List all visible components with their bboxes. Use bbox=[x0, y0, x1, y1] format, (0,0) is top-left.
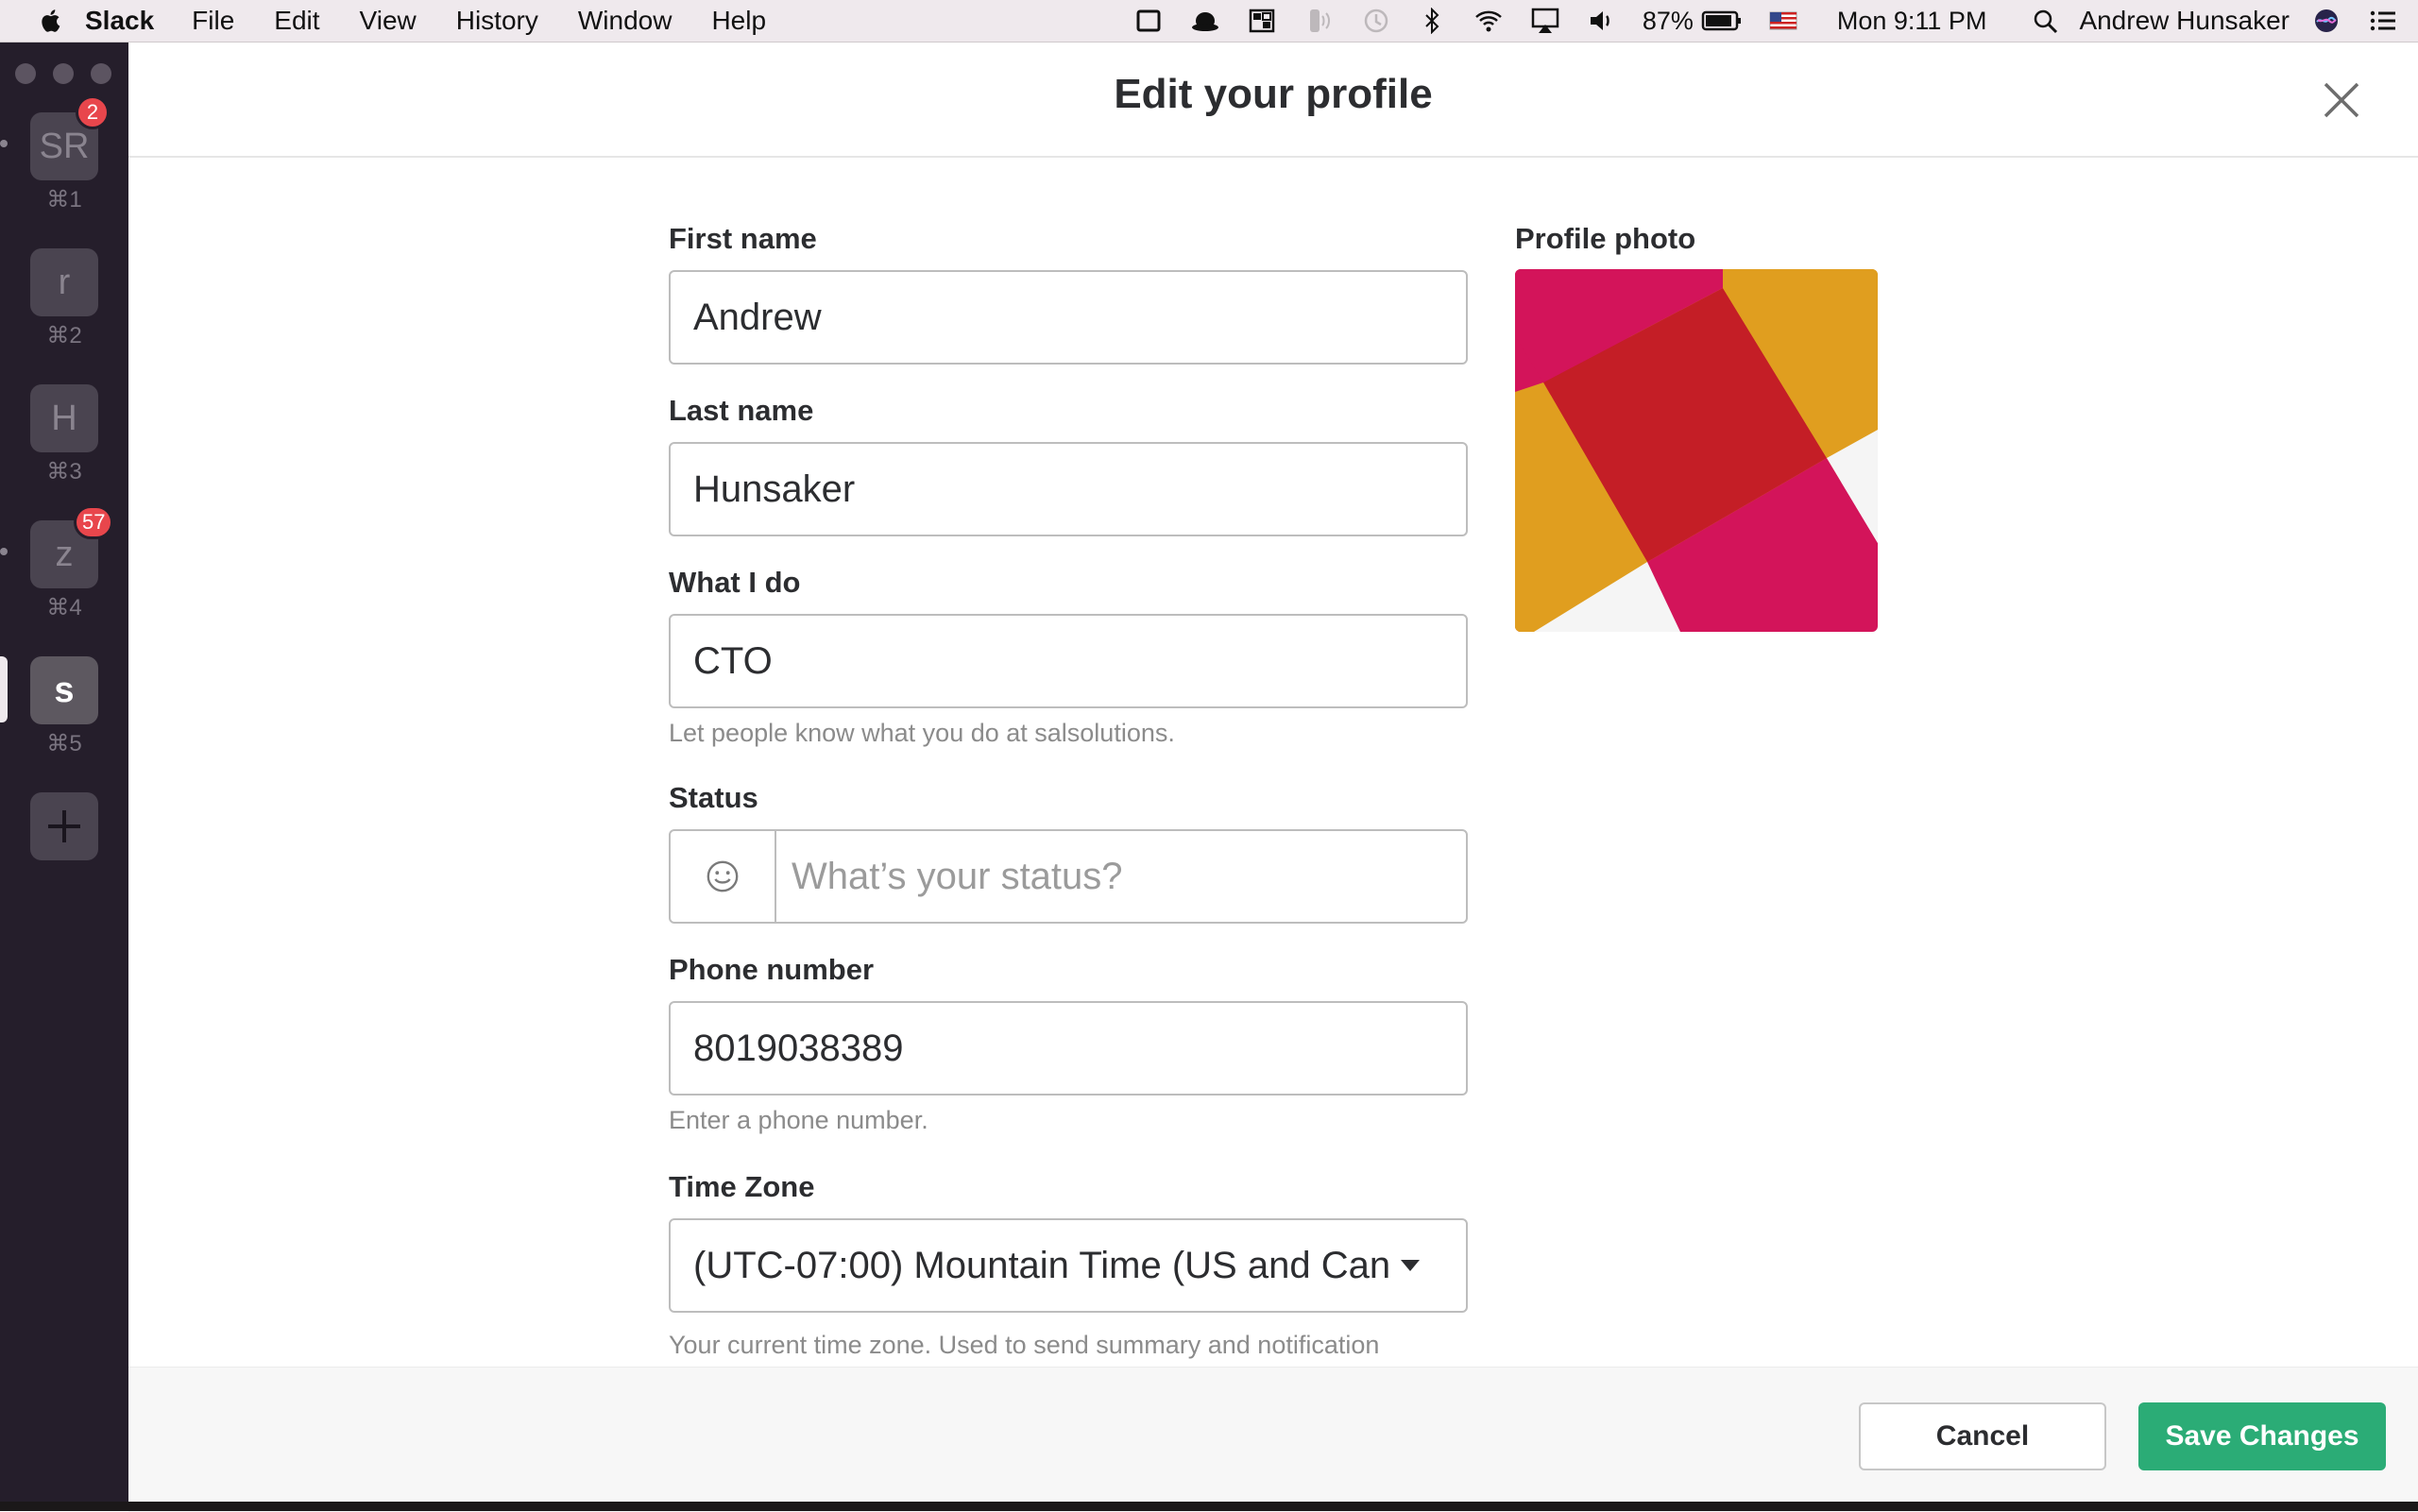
window-zoom-dot[interactable] bbox=[91, 63, 111, 84]
menu-app-name[interactable]: Slack bbox=[85, 6, 154, 36]
workspace-shortcut: ⌘4 bbox=[46, 595, 82, 620]
status-field: What’s your status? bbox=[669, 829, 1468, 924]
last-name-input[interactable]: Hunsaker bbox=[669, 442, 1468, 536]
siri-icon[interactable] bbox=[2310, 7, 2342, 35]
workspace-sidebar: SR 2 ⌘1 r ⌘2 H ⌘3 z 57 ⌘4 s ⌘5 bbox=[0, 42, 128, 1511]
phone-number-input[interactable]: 8019038389 bbox=[669, 1001, 1468, 1096]
workspace-shortcut: ⌘5 bbox=[46, 731, 82, 756]
battery-icon[interactable] bbox=[1701, 7, 1743, 35]
workspace-shortcut: ⌘1 bbox=[46, 187, 82, 212]
plus-icon bbox=[48, 810, 80, 842]
grid-app-icon[interactable] bbox=[1246, 7, 1278, 35]
add-workspace-button[interactable] bbox=[30, 792, 98, 860]
emoji-picker-button[interactable] bbox=[671, 831, 776, 922]
modal-title: Edit your profile bbox=[1114, 71, 1433, 117]
unread-dot bbox=[0, 140, 8, 147]
airplay-icon[interactable] bbox=[1529, 7, 1561, 35]
menu-bar: Slack File Edit View History Window Help bbox=[0, 0, 2418, 42]
screen-icon[interactable] bbox=[1132, 7, 1165, 35]
last-name-label: Last name bbox=[669, 394, 814, 427]
first-name-input[interactable]: Andrew bbox=[669, 270, 1468, 365]
us-flag-icon[interactable] bbox=[1767, 7, 1799, 35]
workspace-switcher-s[interactable]: s bbox=[30, 656, 98, 724]
bowler-hat-icon[interactable] bbox=[1189, 7, 1221, 35]
volume-icon[interactable] bbox=[1586, 7, 1618, 35]
what-i-do-label: What I do bbox=[669, 566, 801, 599]
status-input[interactable]: What’s your status? bbox=[776, 856, 1123, 898]
dropdown-arrow-icon bbox=[1401, 1260, 1420, 1271]
workspace-switcher-r[interactable]: r bbox=[30, 248, 98, 316]
spotlight-icon[interactable] bbox=[2030, 7, 2062, 35]
what-i-do-hint: Let people know what you do at salsoluti… bbox=[669, 719, 1175, 747]
active-workspace-indicator bbox=[0, 656, 8, 722]
time-zone-select[interactable]: (UTC-07:00) Mountain Time (US and Can bbox=[669, 1218, 1468, 1313]
what-i-do-input[interactable]: CTO bbox=[669, 614, 1468, 708]
phone-number-label: Phone number bbox=[669, 953, 875, 986]
menu-view[interactable]: View bbox=[360, 6, 417, 36]
status-label: Status bbox=[669, 781, 758, 814]
menubar-clock[interactable]: Mon 9:11 PM bbox=[1837, 7, 1987, 36]
phone-number-hint: Enter a phone number. bbox=[669, 1106, 928, 1134]
desktop-edge bbox=[0, 1502, 2418, 1511]
window-minimize-dot[interactable] bbox=[53, 63, 74, 84]
time-zone-hint: Your current time zone. Used to send sum… bbox=[669, 1331, 1380, 1359]
bluetooth-icon[interactable] bbox=[1416, 7, 1448, 35]
cancel-button[interactable]: Cancel bbox=[1859, 1402, 2106, 1470]
menu-file[interactable]: File bbox=[192, 6, 234, 36]
notification-badge: 2 bbox=[76, 95, 110, 129]
notification-center-icon[interactable] bbox=[2367, 7, 2399, 35]
edit-profile-modal: Edit your profile First name Andrew Last… bbox=[128, 42, 2418, 1512]
audio-icon[interactable] bbox=[1303, 7, 1335, 35]
profile-photo[interactable] bbox=[1515, 269, 1878, 632]
save-changes-button[interactable]: Save Changes bbox=[2138, 1402, 2386, 1470]
first-name-label: First name bbox=[669, 222, 817, 255]
workspace-shortcut: ⌘2 bbox=[46, 323, 82, 348]
time-machine-icon[interactable] bbox=[1359, 7, 1391, 35]
close-icon[interactable] bbox=[2318, 76, 2365, 124]
workspace-switcher-h[interactable]: H bbox=[30, 384, 98, 452]
window-close-dot[interactable] bbox=[15, 63, 36, 84]
menu-history[interactable]: History bbox=[456, 6, 538, 36]
time-zone-value: (UTC-07:00) Mountain Time (US and Can bbox=[693, 1244, 1391, 1286]
profile-photo-label: Profile photo bbox=[1515, 222, 1696, 255]
battery-percent: 87% bbox=[1642, 6, 1694, 35]
modal-footer: Cancel Save Changes bbox=[128, 1367, 2418, 1512]
menu-help[interactable]: Help bbox=[711, 6, 766, 36]
wifi-icon[interactable] bbox=[1473, 7, 1505, 35]
time-zone-label: Time Zone bbox=[669, 1170, 815, 1203]
apple-icon[interactable] bbox=[40, 8, 60, 33]
menubar-user-name[interactable]: Andrew Hunsaker bbox=[2079, 6, 2290, 36]
modal-header: Edit your profile bbox=[128, 42, 2418, 158]
smiley-icon bbox=[707, 860, 739, 892]
unread-dot bbox=[0, 548, 8, 555]
notification-badge: 57 bbox=[74, 505, 114, 539]
menu-edit[interactable]: Edit bbox=[274, 6, 319, 36]
workspace-shortcut: ⌘3 bbox=[46, 459, 82, 484]
menu-window[interactable]: Window bbox=[578, 6, 673, 36]
